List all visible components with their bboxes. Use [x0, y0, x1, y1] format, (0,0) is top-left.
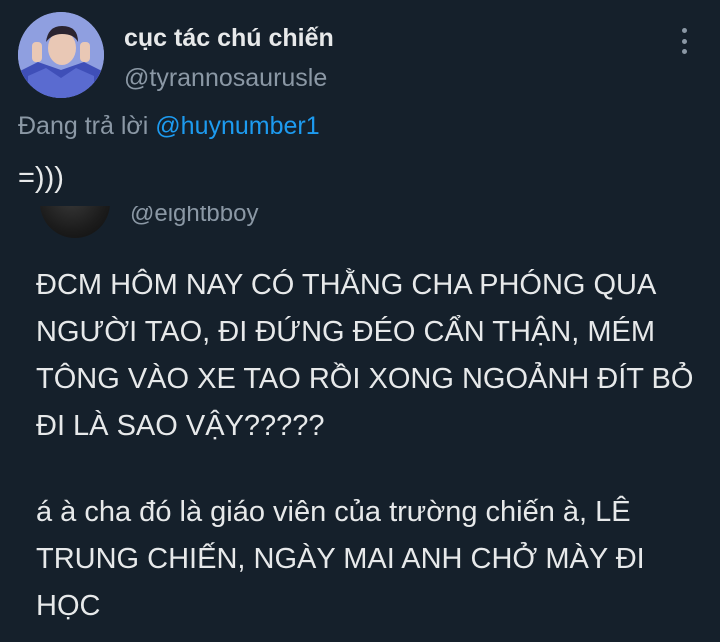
quoted-paragraph: á à cha đó là giáo viên của trường chiến… — [36, 496, 645, 622]
more-vertical-icon[interactable] — [676, 28, 692, 54]
tweet-text: =))) — [18, 162, 64, 194]
quoted-tweet-body: ĐCM HÔM NAY CÓ THẰNG CHA PHÓNG QUA NGƯỜI… — [36, 262, 696, 630]
more-dot — [681, 28, 687, 33]
more-dot — [681, 38, 687, 44]
quoted-author-avatar[interactable] — [40, 206, 110, 238]
quoted-paragraph: ĐCM HÔM NAY CÓ THẰNG CHA PHÓNG QUA NGƯỜI… — [36, 269, 694, 442]
quoted-tweet[interactable]: @eightbboy ĐCM HÔM NAY CÓ THẰNG CHA PHÓN… — [0, 206, 720, 642]
more-dot — [681, 49, 687, 54]
author-display-name[interactable]: cục tác chú chiến — [124, 24, 334, 53]
author-handle[interactable]: @tyrannosaurusle — [124, 64, 327, 93]
reply-context: Đang trả lời @huynumber1 — [18, 112, 320, 141]
reply-prefix: Đang trả lời — [18, 112, 149, 140]
author-avatar[interactable] — [18, 12, 104, 98]
quoted-author-handle[interactable]: @eightbboy — [130, 206, 258, 228]
reply-mention-link[interactable]: @huynumber1 — [155, 112, 319, 140]
